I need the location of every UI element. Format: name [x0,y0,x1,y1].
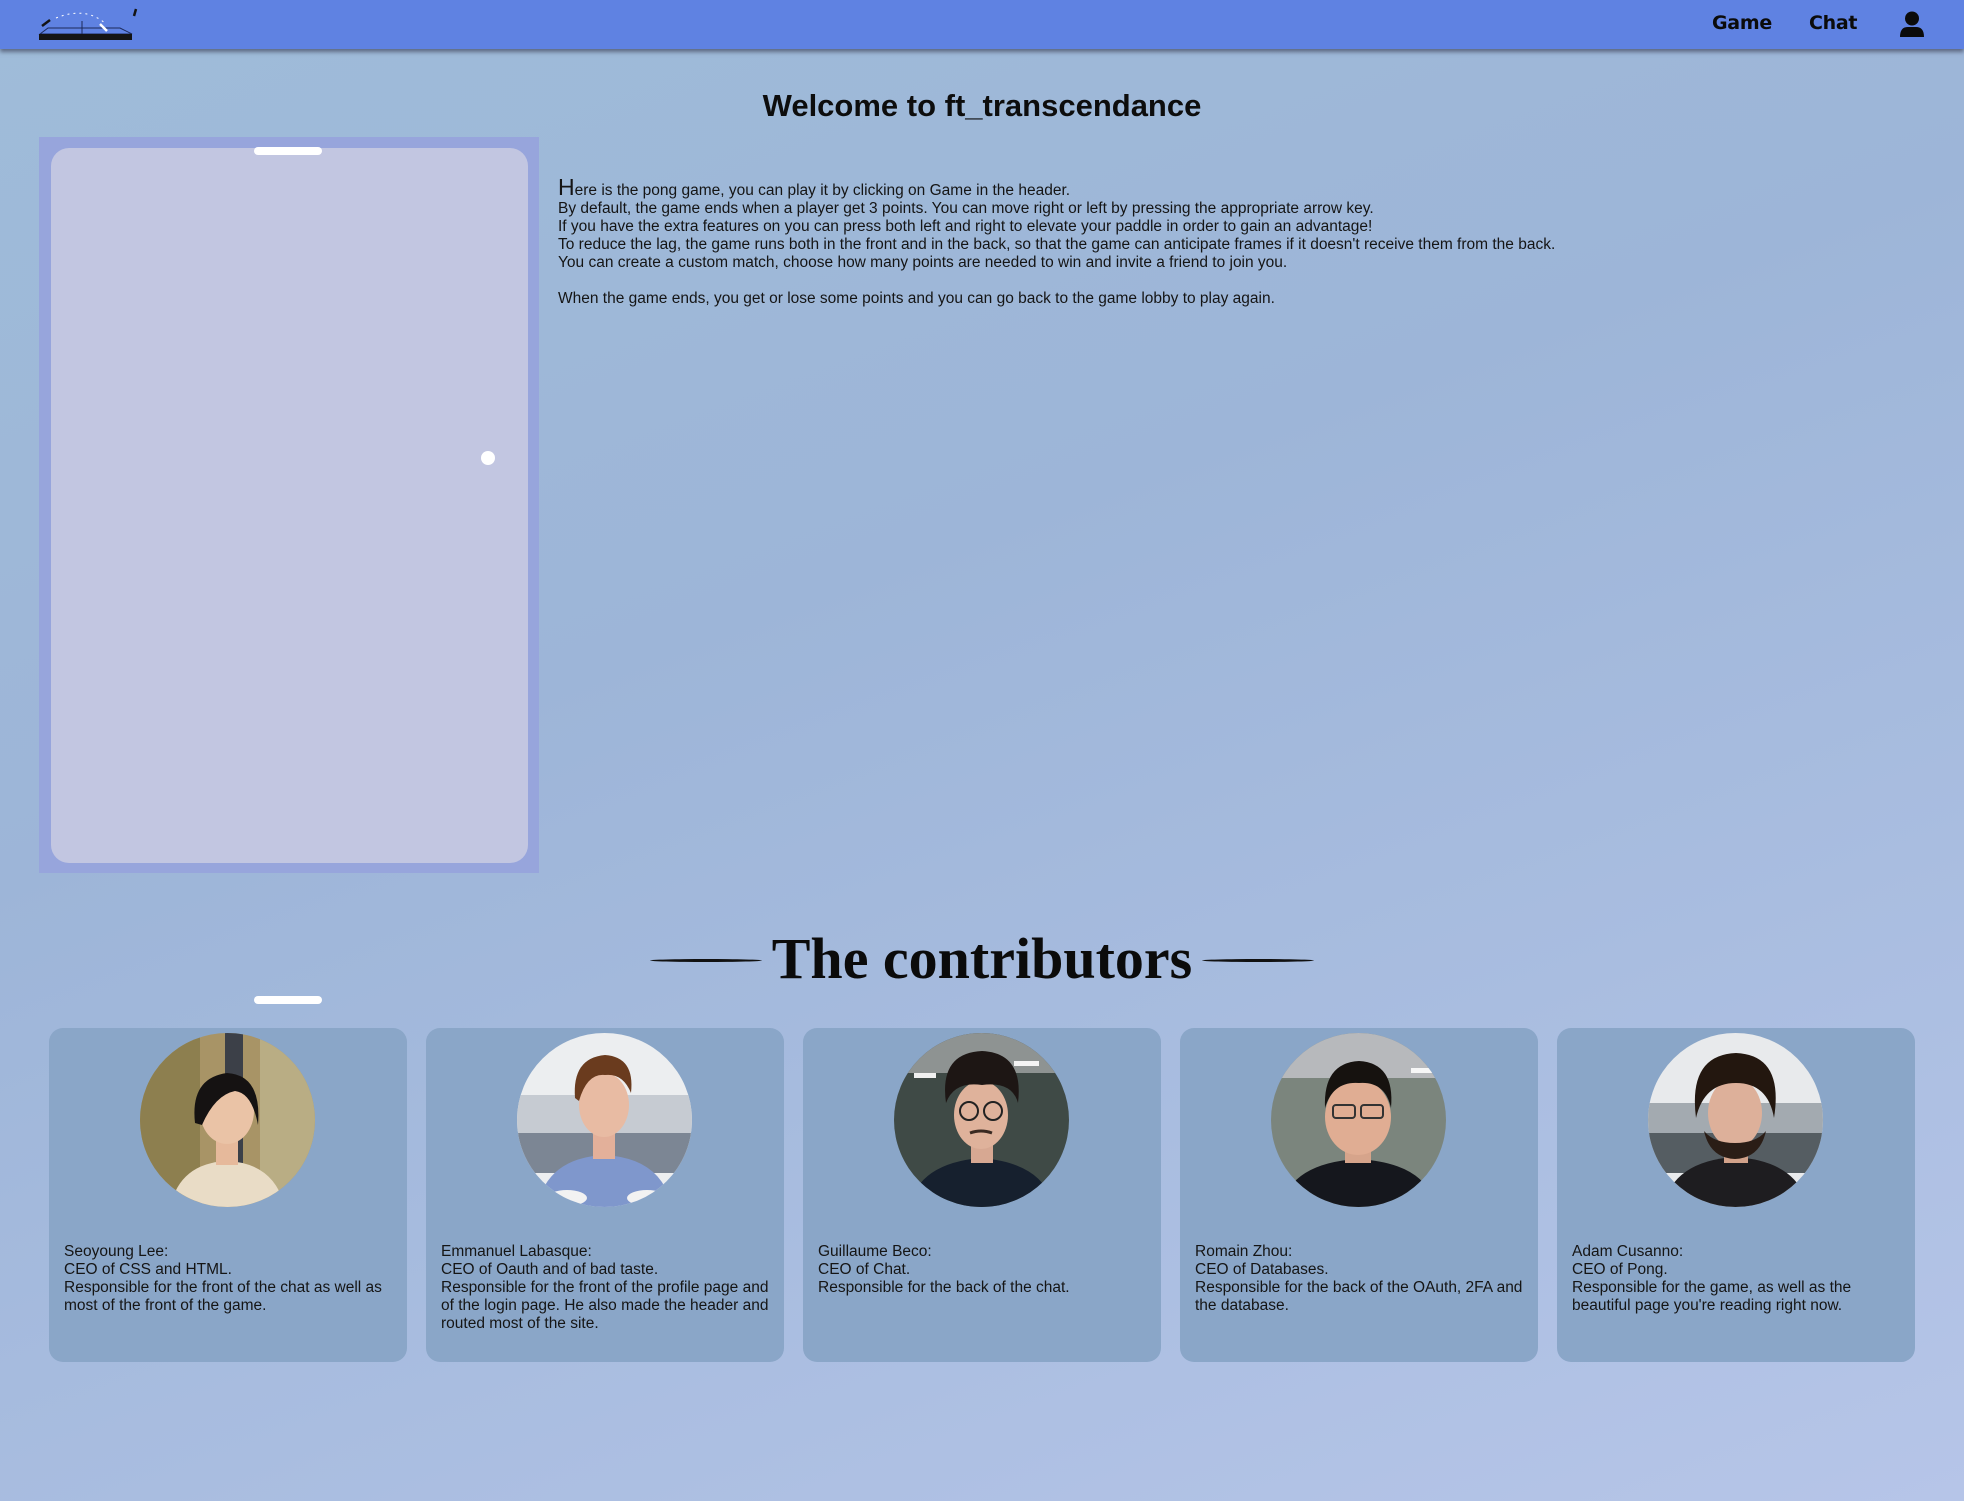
contributor-role: CEO of Chat. [818,1261,911,1278]
contributor-name: Seoyoung Lee: [64,1243,169,1260]
contributor-card: Seoyoung Lee: CEO of CSS and HTML. Respo… [49,1028,407,1362]
avatar-adam-cusanno [1648,1033,1823,1207]
contributor-name: Emmanuel Labasque: [441,1243,592,1260]
contributor-responsibility: Responsible for the back of the OAuth, 2… [1195,1279,1523,1314]
contributor-info: Seoyoung Lee: CEO of CSS and HTML. Respo… [64,1243,399,1315]
contributor-name: Adam Cusanno: [1572,1243,1684,1260]
description-line: If you have the extra features on you ca… [558,218,1373,235]
pong-field [51,148,528,863]
contributor-responsibility: Responsible for the front of the chat as… [64,1279,382,1314]
contributor-name: Romain Zhou: [1195,1243,1293,1260]
description-line: By default, the game ends when a player … [558,200,1374,217]
avatar-emmanuel-labasque [517,1033,692,1207]
description-line: You can create a custom match, choose ho… [558,254,1288,271]
description-line: To reduce the lag, the game runs both in… [558,236,1556,253]
contributor-card: Romain Zhou: CEO of Databases. Responsib… [1180,1028,1538,1362]
contributor-name: Guillaume Beco: [818,1243,932,1260]
contributors-heading: The contributors [0,925,1964,992]
contributor-info: Emmanuel Labasque: CEO of Oauth and of b… [441,1243,776,1333]
contributors-list: Seoyoung Lee: CEO of CSS and HTML. Respo… [49,1028,1915,1362]
pong-game-preview [39,137,539,1004]
header: Game Chat [0,0,1964,49]
divider-right [1202,959,1315,963]
contributor-responsibility: Responsible for the back of the chat. [818,1279,1070,1296]
avatar-seoyoung-lee [140,1033,315,1207]
contributor-responsibility: Responsible for the game, as well as the… [1572,1279,1852,1314]
contributor-info: Romain Zhou: CEO of Databases. Responsib… [1195,1243,1530,1315]
logo-ping-pong-table-icon[interactable] [36,4,140,42]
contributor-role: CEO of Oauth and of bad taste. [441,1261,659,1278]
contributor-role: CEO of CSS and HTML. [64,1261,232,1278]
game-description: Here is the pong game, you can play it b… [558,174,1556,308]
avatar-romain-zhou [1271,1033,1446,1207]
top-paddle [254,147,322,155]
bottom-paddle [254,996,322,1004]
pong-ball [481,451,495,465]
description-closing: When the game ends, you get or lose some… [558,290,1275,307]
contributor-info: Adam Cusanno: CEO of Pong. Responsible f… [1572,1243,1907,1315]
nav-chat-link[interactable]: Chat [1809,12,1857,34]
divider-left [649,959,762,963]
contributor-card: Guillaume Beco: CEO of Chat. Responsible… [803,1028,1161,1362]
contributor-role: CEO of Databases. [1195,1261,1329,1278]
avatar-guillaume-beco [894,1033,1069,1207]
contributor-card: Adam Cusanno: CEO of Pong. Responsible f… [1557,1028,1915,1362]
contributor-role: CEO of Pong. [1572,1261,1668,1278]
nav-game-link[interactable]: Game [1712,12,1772,34]
user-icon[interactable] [1898,10,1926,38]
contributor-card: Emmanuel Labasque: CEO of Oauth and of b… [426,1028,784,1362]
contributor-responsibility: Responsible for the front of the profile… [441,1279,769,1332]
page-title: Welcome to ft_transcendance [762,88,1202,123]
description-line: Here is the pong game, you can play it b… [558,174,1071,200]
contributor-info: Guillaume Beco: CEO of Chat. Responsible… [818,1243,1153,1297]
drop-cap: H [558,174,575,200]
